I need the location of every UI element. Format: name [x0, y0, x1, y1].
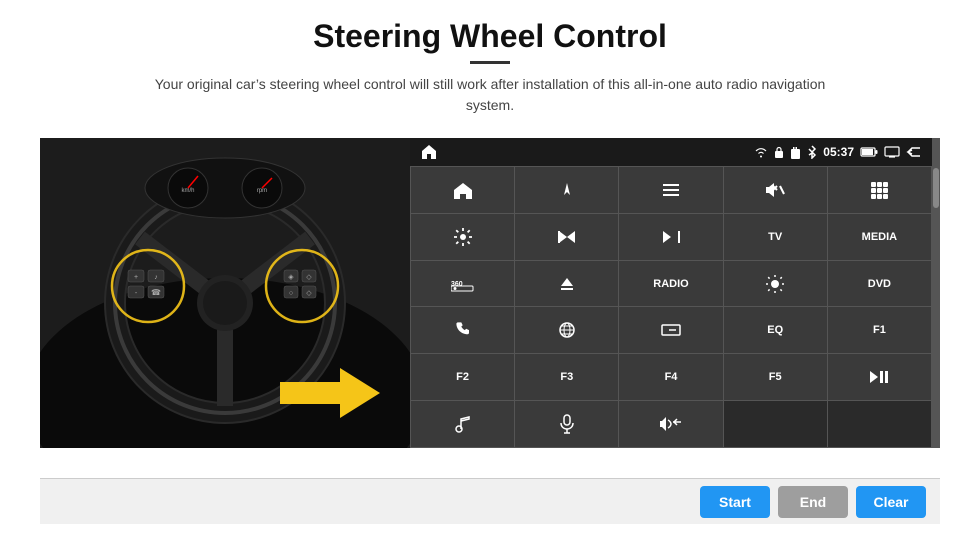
battery-icon — [860, 146, 878, 158]
svg-text:◈: ◈ — [288, 274, 294, 281]
svg-text:♪: ♪ — [154, 274, 158, 281]
svg-text:◇: ◇ — [306, 290, 312, 297]
f5-button[interactable]: F5 — [724, 354, 827, 400]
eq-button[interactable]: EQ — [724, 307, 827, 353]
radio-label: RADIO — [653, 278, 688, 290]
empty-btn-2[interactable] — [828, 401, 931, 447]
music-button[interactable] — [411, 401, 514, 447]
media-button[interactable]: MEDIA — [828, 214, 931, 260]
f1-label: F1 — [873, 324, 886, 336]
title-section: Steering Wheel Control Your original car… — [140, 18, 840, 130]
apps-button[interactable] — [828, 167, 931, 213]
svg-text:☎: ☎ — [151, 288, 161, 297]
f4-button[interactable]: F4 — [619, 354, 722, 400]
home-icon — [420, 143, 438, 161]
scrollbar[interactable] — [932, 138, 940, 448]
volume-phone-button[interactable] — [619, 401, 722, 447]
navigate-button[interactable] — [515, 167, 618, 213]
f3-label: F3 — [560, 371, 573, 383]
eject-button[interactable] — [515, 261, 618, 307]
svg-text:+: + — [134, 274, 138, 281]
f1-button[interactable]: F1 — [828, 307, 931, 353]
mic-button[interactable] — [515, 401, 618, 447]
tv-button[interactable]: TV — [724, 214, 827, 260]
menu-list-button[interactable] — [619, 167, 722, 213]
prev-track-button[interactable] — [515, 214, 618, 260]
empty-btn-1[interactable] — [724, 401, 827, 447]
brightness-button[interactable] — [724, 261, 827, 307]
dvd-label: DVD — [868, 278, 891, 290]
screen-icon — [884, 146, 900, 158]
f4-label: F4 — [665, 371, 678, 383]
phone-button[interactable] — [411, 307, 514, 353]
content-row: + - ♪ ☎ ◈ ○ ◇ ◇ — [40, 138, 940, 478]
eq-label: EQ — [767, 324, 783, 336]
f3-button[interactable]: F3 — [515, 354, 618, 400]
bluetooth-icon — [807, 145, 817, 159]
sd-icon — [790, 146, 801, 159]
mute-button[interactable] — [724, 167, 827, 213]
play-pause-button[interactable] — [828, 354, 931, 400]
svg-text:360: 360 — [451, 281, 463, 288]
radio-button[interactable]: RADIO — [619, 261, 722, 307]
dvd-button[interactable]: DVD — [828, 261, 931, 307]
page-container: Steering Wheel Control Your original car… — [0, 0, 980, 546]
page-subtitle: Your original car’s steering wheel contr… — [140, 74, 840, 116]
clear-button[interactable]: Clear — [856, 486, 926, 518]
tv-label: TV — [768, 231, 782, 243]
svg-text:○: ○ — [289, 290, 293, 297]
svg-text:km/h: km/h — [181, 188, 194, 194]
status-bar: 05:37 — [410, 138, 932, 166]
button-grid: TV MEDIA 360 — [410, 166, 932, 448]
wifi-icon — [754, 146, 768, 158]
f2-button[interactable]: F2 — [411, 354, 514, 400]
status-right: 05:37 — [754, 145, 922, 159]
end-button[interactable]: End — [778, 486, 848, 518]
control-panel: 05:37 — [410, 138, 932, 448]
page-title: Steering Wheel Control — [140, 18, 840, 55]
title-divider — [470, 61, 510, 64]
scroll-thumb[interactable] — [933, 168, 939, 208]
svg-text:rpm: rpm — [257, 188, 267, 194]
action-bar: Start End Clear — [40, 478, 940, 524]
camera360-button[interactable]: 360 — [411, 261, 514, 307]
home-button[interactable] — [411, 167, 514, 213]
f5-label: F5 — [769, 371, 782, 383]
start-button[interactable]: Start — [700, 486, 770, 518]
svg-text:◇: ◇ — [306, 274, 312, 281]
back-icon — [906, 145, 922, 159]
car-image-area: + - ♪ ☎ ◈ ○ ◇ ◇ — [40, 138, 410, 448]
status-left — [420, 143, 438, 161]
media-label: MEDIA — [862, 231, 897, 243]
next-track-button[interactable] — [619, 214, 722, 260]
status-time: 05:37 — [823, 145, 854, 159]
globe-button[interactable] — [515, 307, 618, 353]
settings-button[interactable] — [411, 214, 514, 260]
input-button[interactable] — [619, 307, 722, 353]
f2-label: F2 — [456, 371, 469, 383]
lock-icon — [774, 146, 784, 159]
